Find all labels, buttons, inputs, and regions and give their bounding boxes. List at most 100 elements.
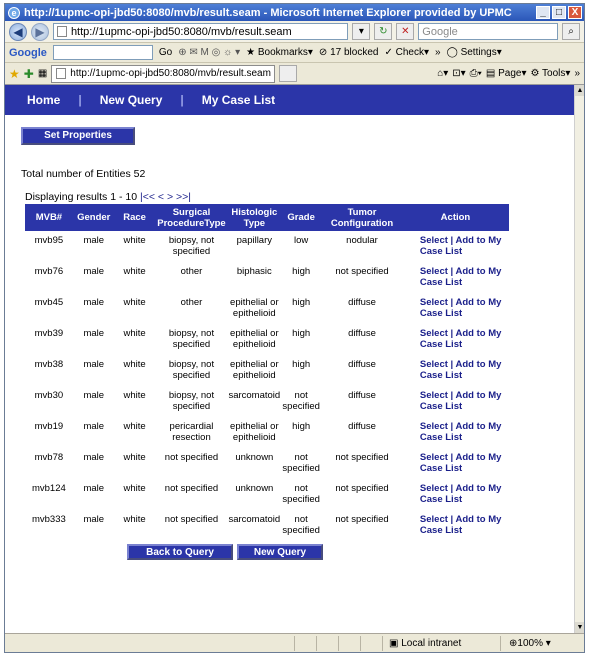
maximize-button[interactable]: □ (552, 6, 566, 19)
cell-action: Select | Add to My Case List (419, 235, 502, 257)
home-icon[interactable]: ⌂▾ (437, 68, 448, 79)
new-tab-button[interactable] (279, 65, 298, 82)
cell-tumor-configuration: diffuse (348, 359, 376, 370)
back-arrow-icon[interactable]: ◀ (9, 22, 27, 41)
popup-blocked-button[interactable]: ⊘ 17 blocked (319, 47, 379, 58)
set-properties-button[interactable]: Set Properties (21, 127, 135, 145)
cell-grade: high (292, 421, 311, 432)
close-button[interactable]: X (568, 6, 582, 19)
header-race[interactable]: Race (114, 204, 155, 231)
cell-histologic-type: unknown (235, 452, 274, 463)
vertical-scrollbar[interactable]: ▲ ▼ (574, 85, 584, 633)
header-grade[interactable]: Grade (280, 204, 323, 231)
cell-tumor-configuration: diffuse (348, 421, 376, 432)
print-icon[interactable]: ⎙▾ (470, 68, 482, 79)
nav-new-query[interactable]: New Query (100, 93, 163, 107)
select-link[interactable]: Select (420, 390, 448, 401)
cell-tumor-configuration: diffuse (348, 328, 376, 339)
check-button[interactable]: ✓ Check▾ (384, 47, 429, 58)
cell-tumor-configuration: not specified (335, 514, 389, 525)
zoom-control[interactable]: ⊕100% ▾ (501, 638, 551, 649)
cell-gender: male (83, 359, 105, 370)
cell-surgical-procedure: not specified (164, 483, 219, 494)
select-link[interactable]: Select (420, 483, 448, 494)
zone-indicator[interactable]: ▣ Local intranet (383, 635, 501, 651)
title-bar[interactable]: e http://1upmc-opi-jbd50:8080/mvb/result… (5, 4, 584, 21)
select-link[interactable]: Select (420, 297, 448, 308)
cell-gender: male (83, 235, 105, 246)
cell-gender: male (83, 266, 105, 277)
cell-race: white (123, 235, 146, 246)
header-surgical-procedure[interactable]: Surgical ProcedureType (154, 204, 229, 231)
select-link[interactable]: Select (420, 514, 448, 525)
ie-logo-icon: e (8, 6, 20, 19)
back-to-query-button[interactable]: Back to Query (127, 544, 233, 560)
select-link[interactable]: Select (420, 328, 448, 339)
more-chevron-icon[interactable]: » (435, 47, 441, 58)
refresh-icon[interactable]: ↻ (374, 23, 393, 40)
header-histologic-type[interactable]: Histologic Type (228, 204, 281, 231)
cell-histologic-type: biphasic (236, 266, 272, 277)
scroll-down-icon[interactable]: ▼ (575, 622, 584, 633)
cell-action: Select | Add to My Case List (419, 390, 502, 412)
toolbar-icons[interactable]: ⊕ ✉ M ◎ ☼ ▾ (178, 47, 240, 58)
header-gender[interactable]: Gender (72, 204, 115, 231)
intranet-icon: ▣ (389, 637, 402, 649)
scroll-up-icon[interactable]: ▲ (575, 85, 584, 96)
feeds-icon[interactable]: ⊡▾ (452, 68, 465, 79)
select-link[interactable]: Select (420, 235, 448, 246)
browser-window: e http://1upmc-opi-jbd50:8080/mvb/result… (4, 3, 585, 653)
cell-action: Select | Add to My Case List (419, 483, 502, 505)
cell-tumor-configuration: not specified (335, 483, 389, 494)
first-page-link[interactable]: |<< (140, 191, 155, 203)
cell-grade: not specified (282, 452, 320, 474)
address-bar[interactable]: http://1upmc-opi-jbd50:8080/mvb/result.s… (52, 23, 349, 40)
select-link[interactable]: Select (420, 266, 448, 277)
header-mvb[interactable]: MVB# (25, 204, 73, 231)
nav-home[interactable]: Home (27, 93, 60, 107)
next-page-link[interactable]: > (167, 191, 173, 203)
more-commands-icon[interactable]: » (574, 68, 580, 79)
favorites-star-icon[interactable]: ★ (9, 67, 20, 81)
cell-surgical-procedure: pericardial resection (169, 421, 214, 443)
cell-surgical-procedure: not specified (164, 514, 219, 525)
cell-surgical-procedure: biopsy, not specified (168, 390, 215, 412)
select-link[interactable]: Select (420, 452, 448, 463)
nav-my-case-list[interactable]: My Case List (202, 93, 275, 107)
new-query-button[interactable]: New Query (237, 544, 323, 560)
last-page-link[interactable]: >>| (176, 191, 191, 203)
page-menu[interactable]: ▤ Page▾ (486, 68, 527, 79)
cell-surgical-procedure: not specified (164, 452, 219, 463)
tools-menu[interactable]: ⚙ Tools▾ (530, 68, 570, 79)
table-row: mvb76 male white other biphasic high not speci… (25, 262, 509, 293)
cell-mvb: mvb39 (34, 328, 64, 339)
bookmarks-button[interactable]: ★ Bookmarks▾ (246, 47, 313, 58)
select-link[interactable]: Select (420, 421, 448, 432)
select-link[interactable]: Select (420, 359, 448, 370)
cell-race: white (123, 483, 146, 494)
cell-mvb: mvb124 (31, 483, 66, 494)
search-input[interactable]: Google (418, 23, 559, 40)
go-button[interactable]: Go (159, 47, 172, 58)
add-favorite-icon[interactable]: ✚ (24, 67, 34, 81)
header-action: Action (401, 204, 509, 231)
status-bar: ▣ Local intranet ⊕100% ▾ (5, 633, 584, 652)
tab-grid-icon[interactable]: ▦ (38, 68, 47, 79)
tab-current[interactable]: http://1upmc-opi-jbd50:8080/mvb/result.s… (51, 64, 276, 83)
header-tumor-configuration[interactable]: Tumor Configuration (322, 204, 402, 231)
forward-arrow-icon[interactable]: ▶ (30, 22, 49, 41)
window-title: http://1upmc-opi-jbd50:8080/mvb/result.s… (24, 6, 512, 19)
cell-histologic-type: epithelial or epithelioid (230, 328, 279, 350)
settings-button[interactable]: ◯ Settings▾ (447, 47, 502, 58)
cell-grade: high (292, 297, 311, 308)
address-dropdown-icon[interactable]: ▾ (352, 23, 371, 40)
cell-race: white (123, 514, 146, 525)
search-icon[interactable]: ⌕ (562, 23, 580, 40)
cell-gender: male (83, 483, 105, 494)
results-table: MVB# Gender Race Surgical ProcedureType … (25, 204, 509, 541)
google-search-box[interactable] (52, 45, 153, 60)
prev-page-link[interactable]: < (158, 191, 164, 203)
stop-icon[interactable]: ✕ (396, 23, 415, 40)
cell-histologic-type: sarcomatoid (228, 514, 281, 525)
minimize-button[interactable]: _ (536, 6, 550, 19)
